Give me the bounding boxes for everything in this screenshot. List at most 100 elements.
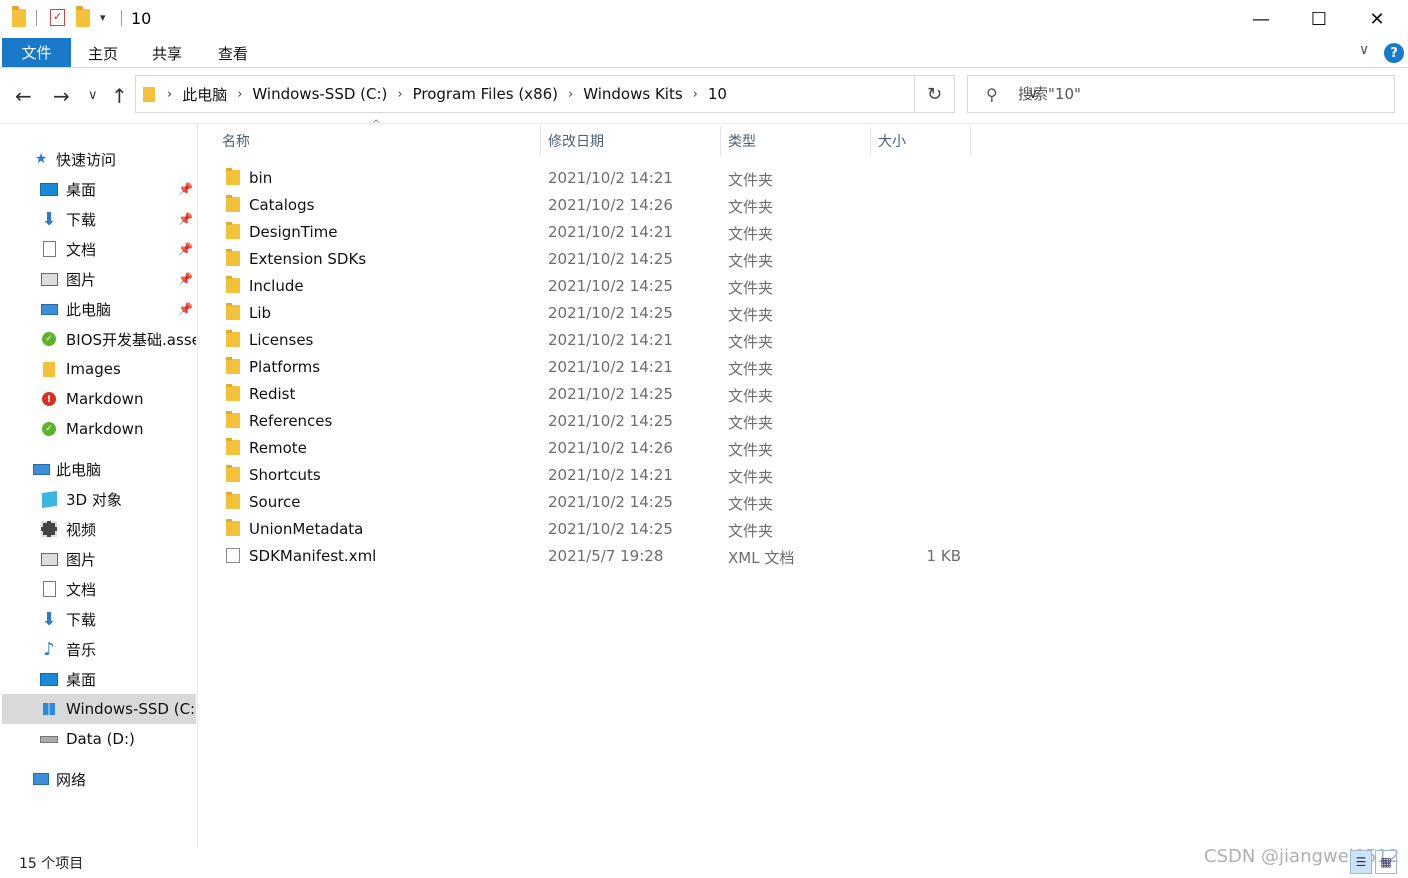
breadcrumb-this-pc[interactable]: 此电脑	[182, 84, 227, 105]
tab-share[interactable]: 共享	[152, 43, 182, 64]
file-row[interactable]: Platforms 2021/10/2 14:21 文件夹	[218, 354, 978, 381]
details-view-icon: ☰	[1355, 855, 1367, 869]
file-row[interactable]: Source 2021/10/2 14:25 文件夹	[218, 489, 978, 516]
file-row[interactable]: SDKManifest.xml 2021/5/7 19:28 XML 文档 1 …	[218, 543, 978, 570]
3d-objects-icon	[40, 490, 58, 508]
breadcrumb-10[interactable]: 10	[708, 85, 727, 103]
new-folder-icon[interactable]	[76, 6, 90, 27]
sidebar-item-bios[interactable]: ✓ BIOS开发基础.asse	[40, 324, 196, 354]
tab-home[interactable]: 主页	[88, 43, 118, 64]
file-row[interactable]: Remote 2021/10/2 14:26 文件夹	[218, 435, 978, 462]
sidebar-item-pictures-pc[interactable]: 图片	[40, 544, 96, 574]
recent-locations-button[interactable]: ∨	[88, 88, 98, 103]
sidebar-item-downloads[interactable]: ⬇ 下载 📌	[40, 204, 196, 234]
file-row[interactable]: bin 2021/10/2 14:21 文件夹	[218, 165, 978, 192]
file-name: UnionMetadata	[249, 520, 364, 538]
file-type: 文件夹	[728, 306, 774, 324]
sidebar-item-videos[interactable]: 视频	[40, 514, 96, 544]
pin-icon[interactable]: 📌	[178, 272, 193, 286]
column-divider[interactable]	[720, 126, 721, 156]
close-button[interactable]: ✕	[1348, 0, 1406, 38]
properties-icon[interactable]: ✓	[50, 9, 65, 26]
sidebar-item-d-drive[interactable]: Data (D:)	[40, 724, 135, 754]
help-icon[interactable]: ?	[1384, 43, 1404, 63]
sidebar-item-markdown-error[interactable]: ! Markdown	[40, 384, 196, 414]
file-row[interactable]: Catalogs 2021/10/2 14:26 文件夹	[218, 192, 978, 219]
sidebar-item-3d-objects[interactable]: 3D 对象	[40, 484, 122, 514]
file-type: 文件夹	[728, 387, 774, 405]
file-name: Catalogs	[249, 196, 315, 214]
breadcrumb-separator[interactable]: ›	[693, 87, 698, 102]
pictures-icon	[40, 270, 58, 288]
search-input[interactable]	[1018, 76, 1378, 112]
breadcrumb-separator[interactable]: ›	[568, 87, 573, 102]
sidebar-item-this-pc-pinned[interactable]: 此电脑 📌	[40, 294, 196, 324]
file-row[interactable]: Shortcuts 2021/10/2 14:21 文件夹	[218, 462, 978, 489]
large-icons-view-button[interactable]: ▦	[1375, 850, 1397, 874]
sidebar-item-downloads-pc[interactable]: ⬇ 下载	[40, 604, 96, 634]
document-icon	[40, 240, 58, 258]
minimize-button[interactable]: —	[1232, 0, 1290, 38]
refresh-button[interactable]: ↻	[915, 75, 955, 113]
breadcrumb-separator[interactable]: ›	[167, 87, 172, 102]
sidebar-item-network[interactable]: 网络	[32, 764, 86, 794]
up-button[interactable]: ↑	[111, 84, 128, 108]
pin-icon[interactable]: 📌	[178, 182, 193, 196]
tab-view[interactable]: 查看	[218, 43, 248, 64]
file-row[interactable]: DesignTime 2021/10/2 14:21 文件夹	[218, 219, 978, 246]
pin-icon[interactable]: 📌	[178, 242, 193, 256]
breadcrumb-separator[interactable]: ›	[237, 87, 242, 102]
back-button[interactable]: ←	[15, 84, 32, 108]
sidebar-item-documents-pc[interactable]: 文档	[40, 574, 96, 604]
file-name: Licenses	[249, 331, 314, 349]
breadcrumb-windows-kits[interactable]: Windows Kits	[583, 85, 682, 103]
sidebar-item-music[interactable]: ♪ 音乐	[40, 634, 96, 664]
column-divider[interactable]	[540, 126, 541, 156]
file-name: Lib	[249, 304, 272, 322]
sidebar-item-pictures[interactable]: 图片 📌	[40, 264, 196, 294]
breadcrumb-program-files[interactable]: Program Files (x86)	[413, 85, 558, 103]
sidebar-item-desktop[interactable]: 桌面 📌	[40, 174, 196, 204]
file-date: 2021/10/2 14:25	[548, 520, 673, 538]
file-row[interactable]: Extension SDKs 2021/10/2 14:25 文件夹	[218, 246, 978, 273]
desktop-icon	[40, 670, 58, 688]
sidebar-item-quick-access[interactable]: ★ 快速访问	[32, 144, 116, 174]
refresh-icon: ↻	[926, 83, 943, 105]
pin-icon[interactable]: 📌	[178, 302, 193, 316]
sidebar-item-images[interactable]: Images	[40, 354, 196, 384]
file-row[interactable]: References 2021/10/2 14:25 文件夹	[218, 408, 978, 435]
file-row[interactable]: UnionMetadata 2021/10/2 14:25 文件夹	[218, 516, 978, 543]
sidebar-item-documents[interactable]: 文档 📌	[40, 234, 196, 264]
file-row[interactable]: Redist 2021/10/2 14:25 文件夹	[218, 381, 978, 408]
column-header-type[interactable]: 类型	[728, 126, 756, 156]
file-row[interactable]: Include 2021/10/2 14:25 文件夹	[218, 273, 978, 300]
search-box[interactable]: ⚲	[967, 75, 1395, 113]
window-title: 10	[131, 9, 152, 28]
sort-ascending-icon: ^	[372, 119, 381, 130]
breadcrumb-c-drive[interactable]: Windows-SSD (C:)	[252, 85, 387, 103]
breadcrumb-separator[interactable]: ›	[397, 87, 402, 102]
sidebar-item-markdown[interactable]: ✓ Markdown	[40, 414, 196, 444]
expand-ribbon-icon[interactable]: ∨	[1359, 42, 1369, 58]
file-row[interactable]: Licenses 2021/10/2 14:21 文件夹	[218, 327, 978, 354]
folder-icon	[226, 384, 240, 401]
customize-quick-access-icon[interactable]: ▾	[100, 11, 106, 24]
column-divider[interactable]	[870, 126, 871, 156]
file-name: Include	[249, 277, 304, 295]
sidebar-item-this-pc[interactable]: 此电脑	[32, 454, 101, 484]
address-bar[interactable]: › 此电脑 › Windows-SSD (C:) › Program Files…	[135, 75, 1038, 113]
tab-file[interactable]: 文件	[2, 38, 71, 67]
sidebar-item-desktop-pc[interactable]: 桌面	[40, 664, 96, 694]
file-row[interactable]: Lib 2021/10/2 14:25 文件夹	[218, 300, 978, 327]
column-divider[interactable]	[970, 126, 971, 156]
sidebar-item-c-drive[interactable]: Windows-SSD (C:)	[2, 694, 196, 724]
pin-icon[interactable]: 📌	[178, 212, 193, 226]
forward-button[interactable]: →	[53, 84, 70, 108]
column-header-date[interactable]: 修改日期	[548, 126, 604, 156]
navigation-pane[interactable]: ★ 快速访问 桌面 📌 ⬇ 下载 📌 文档 📌 图片 📌 此电脑 📌 ✓ BIO…	[0, 124, 198, 848]
column-header-name[interactable]: 名称	[222, 126, 250, 156]
details-view-button[interactable]: ☰	[1350, 850, 1372, 874]
column-header-size[interactable]: 大小	[878, 126, 906, 156]
maximize-button[interactable]: ☐	[1290, 0, 1348, 38]
divider	[0, 123, 1408, 124]
